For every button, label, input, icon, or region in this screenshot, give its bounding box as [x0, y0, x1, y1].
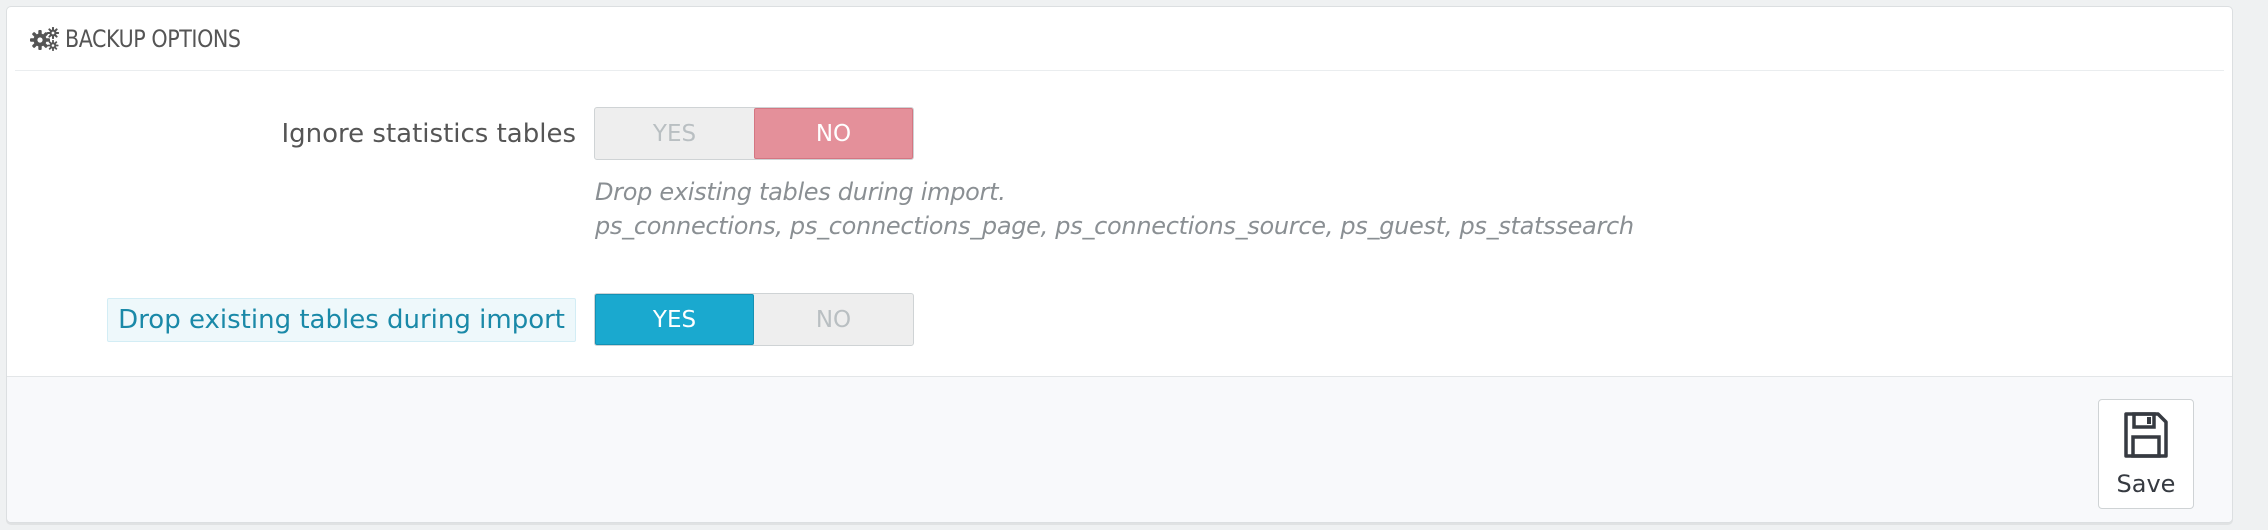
- drop-tables-switch[interactable]: YES NO: [594, 293, 914, 346]
- help-text-line-1: Drop existing tables during import.: [595, 178, 1006, 206]
- ignore-stats-switch[interactable]: YES NO: [594, 107, 914, 160]
- panel-heading: BACKUP OPTIONS: [15, 7, 2224, 71]
- ignore-stats-yes-option[interactable]: YES: [595, 108, 754, 159]
- ignore-stats-row: Ignore statistics tables YES NO Drop exi…: [7, 107, 2232, 287]
- ignore-stats-no-option[interactable]: NO: [754, 108, 913, 159]
- help-text-line-2: ps_connections, ps_connections_page, ps_…: [595, 212, 1634, 240]
- panel-title: BACKUP OPTIONS: [65, 24, 241, 53]
- save-label: Save: [2116, 470, 2176, 498]
- save-button[interactable]: Save: [2098, 399, 2194, 509]
- drop-tables-no-option[interactable]: NO: [754, 294, 913, 345]
- gears-icon: [30, 26, 60, 52]
- backup-options-panel: BACKUP OPTIONS Ignore statistics tables …: [6, 6, 2233, 523]
- drop-tables-label: Drop existing tables during import: [107, 298, 576, 342]
- floppy-disk-icon: [2122, 410, 2170, 470]
- ignore-stats-label: Ignore statistics tables: [281, 119, 577, 149]
- drop-tables-row: Drop existing tables during import YES N…: [7, 293, 2232, 353]
- panel-footer: Save: [7, 376, 2232, 522]
- drop-tables-yes-option[interactable]: YES: [595, 294, 754, 345]
- ignore-stats-help: Drop existing tables during import. ps_c…: [595, 175, 1634, 243]
